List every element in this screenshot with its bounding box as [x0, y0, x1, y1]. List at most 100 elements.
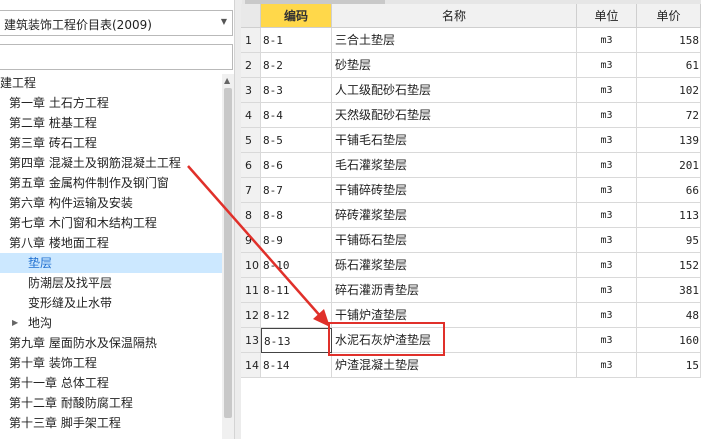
price-cell[interactable]: 152 [637, 253, 701, 278]
code-cell[interactable]: 8-14 [261, 353, 332, 378]
chevron-down-icon[interactable]: ▼ [221, 17, 227, 26]
name-cell[interactable]: 炉渣混凝土垫层 [332, 353, 577, 378]
row-number[interactable]: 9 [241, 228, 261, 253]
name-cell[interactable]: 三合土垫层 [332, 28, 577, 53]
catalog-selector[interactable]: 建筑装饰工程价目表(2009) ▼ [0, 10, 233, 36]
unit-cell[interactable]: m3 [577, 253, 637, 278]
row-number[interactable]: 3 [241, 78, 261, 103]
table-row[interactable]: 7 8-7 干铺碎砖垫层 m3 66 [241, 178, 701, 203]
price-cell[interactable]: 48 [637, 303, 701, 328]
row-number[interactable]: 10 [241, 253, 261, 278]
code-cell[interactable]: 8-2 [261, 53, 332, 78]
tree-item[interactable]: 第七章 木门窗和木结构工程 [0, 213, 222, 233]
tree-scrollbar[interactable]: ▲ [222, 74, 234, 439]
tree-item[interactable]: 变形缝及止水带 [0, 293, 222, 313]
row-number[interactable]: 12 [241, 303, 261, 328]
name-cell[interactable]: 碎砖灌浆垫层 [332, 203, 577, 228]
unit-cell[interactable]: m3 [577, 303, 637, 328]
price-cell[interactable]: 381 [637, 278, 701, 303]
table-row[interactable]: 11 8-11 碎石灌沥青垫层 m3 381 [241, 278, 701, 303]
grid-corner[interactable] [241, 4, 261, 28]
tree-item[interactable]: 第五章 金属构件制作及钢门窗 [0, 173, 222, 193]
code-cell[interactable]: 8-5 [261, 128, 332, 153]
tree-item[interactable]: 第二章 桩基工程 [0, 113, 222, 133]
code-cell[interactable]: 8-12 [261, 303, 332, 328]
unit-cell[interactable]: m3 [577, 178, 637, 203]
unit-cell[interactable]: m3 [577, 328, 637, 353]
unit-cell[interactable]: m3 [577, 278, 637, 303]
unit-cell[interactable]: m3 [577, 353, 637, 378]
table-row[interactable]: 12 8-12 干铺炉渣垫层 m3 48 [241, 303, 701, 328]
unit-cell[interactable]: m3 [577, 203, 637, 228]
table-row[interactable]: 3 8-3 人工级配砂石垫层 m3 102 [241, 78, 701, 103]
name-cell[interactable]: 人工级配砂石垫层 [332, 78, 577, 103]
name-cell[interactable]: 水泥石灰炉渣垫层 [332, 328, 577, 353]
name-cell[interactable]: 砂垫层 [332, 53, 577, 78]
tree-item[interactable]: 第一章 土石方工程 [0, 93, 222, 113]
table-row[interactable]: 2 8-2 砂垫层 m3 61 [241, 53, 701, 78]
price-cell[interactable]: 201 [637, 153, 701, 178]
table-row[interactable]: 14 8-14 炉渣混凝土垫层 m3 15 [241, 353, 701, 378]
tree-item[interactable]: 第十二章 耐酸防腐工程 [0, 393, 222, 413]
unit-cell[interactable]: m3 [577, 153, 637, 178]
row-number[interactable]: 5 [241, 128, 261, 153]
row-number[interactable]: 13 [241, 328, 261, 353]
tree-item[interactable]: 第三章 砖石工程 [0, 133, 222, 153]
column-header-unit[interactable]: 单位 [577, 4, 637, 28]
arrow-up-icon[interactable]: ▲ [224, 76, 230, 85]
table-row[interactable]: 1 8-1 三合土垫层 m3 158 [241, 28, 701, 53]
unit-cell[interactable]: m3 [577, 78, 637, 103]
table-row[interactable]: 8 8-8 碎砖灌浆垫层 m3 113 [241, 203, 701, 228]
price-cell[interactable]: 61 [637, 53, 701, 78]
tree-item[interactable]: 第十三章 脚手架工程 [0, 413, 222, 433]
tree-item[interactable]: 第四章 混凝土及钢筋混凝土工程 [0, 153, 222, 173]
code-cell[interactable]: 8-3 [261, 78, 332, 103]
price-cell[interactable]: 102 [637, 78, 701, 103]
name-cell[interactable]: 干铺毛石垫层 [332, 128, 577, 153]
table-row[interactable]: 4 8-4 天然级配砂石垫层 m3 72 [241, 103, 701, 128]
name-cell[interactable]: 天然级配砂石垫层 [332, 103, 577, 128]
name-cell[interactable]: 毛石灌浆垫层 [332, 153, 577, 178]
search-input[interactable] [0, 44, 233, 70]
tree-item[interactable]: 防潮层及找平层 [0, 273, 222, 293]
price-cell[interactable]: 15 [637, 353, 701, 378]
price-cell[interactable]: 158 [637, 28, 701, 53]
table-row[interactable]: 9 8-9 干铺砾石垫层 m3 95 [241, 228, 701, 253]
row-number[interactable]: 1 [241, 28, 261, 53]
code-cell[interactable]: 8-8 [261, 203, 332, 228]
tree-item[interactable]: 第九章 屋面防水及保温隔热 [0, 333, 222, 353]
name-cell[interactable]: 干铺炉渣垫层 [332, 303, 577, 328]
row-number[interactable]: 11 [241, 278, 261, 303]
triangle-right-icon[interactable]: ▶ [12, 313, 18, 333]
tree-item[interactable]: 第六章 构件运输及安装 [0, 193, 222, 213]
tree-item[interactable]: 垫层 [0, 253, 222, 273]
code-cell[interactable]: 8-7 [261, 178, 332, 203]
unit-cell[interactable]: m3 [577, 128, 637, 153]
row-number[interactable]: 2 [241, 53, 261, 78]
price-cell[interactable]: 139 [637, 128, 701, 153]
code-cell[interactable]: 8-11 [261, 278, 332, 303]
row-number[interactable]: 14 [241, 353, 261, 378]
price-cell[interactable]: 66 [637, 178, 701, 203]
price-cell[interactable]: 95 [637, 228, 701, 253]
table-row[interactable]: 6 8-6 毛石灌浆垫层 m3 201 [241, 153, 701, 178]
code-cell[interactable]: 8-10 [261, 253, 332, 278]
tree-item[interactable]: 建工程 [0, 73, 222, 93]
code-cell[interactable]: 8-6 [261, 153, 332, 178]
code-cell[interactable]: 8-9 [261, 228, 332, 253]
column-header-price[interactable]: 单价 [637, 4, 701, 28]
scrollbar-thumb[interactable] [224, 88, 232, 418]
table-row[interactable]: 13 8-13 水泥石灰炉渣垫层 m3 160 [241, 328, 701, 353]
tree-item[interactable]: 第十一章 总体工程 [0, 373, 222, 393]
name-cell[interactable]: 干铺碎砖垫层 [332, 178, 577, 203]
name-cell[interactable]: 干铺砾石垫层 [332, 228, 577, 253]
unit-cell[interactable]: m3 [577, 103, 637, 128]
row-number[interactable]: 4 [241, 103, 261, 128]
name-cell[interactable]: 砾石灌浆垫层 [332, 253, 577, 278]
table-row[interactable]: 5 8-5 干铺毛石垫层 m3 139 [241, 128, 701, 153]
unit-cell[interactable]: m3 [577, 28, 637, 53]
tree-item[interactable]: ▶ 地沟 [0, 313, 222, 333]
price-cell[interactable]: 72 [637, 103, 701, 128]
price-cell[interactable]: 113 [637, 203, 701, 228]
price-cell[interactable]: 160 [637, 328, 701, 353]
